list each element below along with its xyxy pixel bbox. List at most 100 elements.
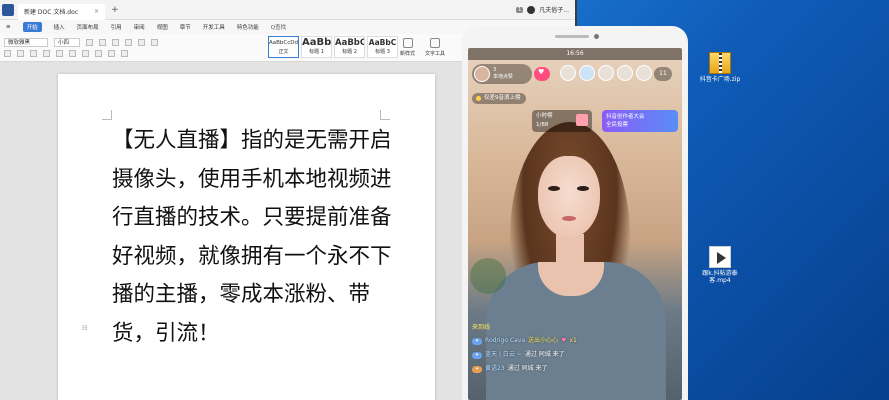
menu-insert[interactable]: 插入 <box>54 23 65 31</box>
text-tools-icon <box>430 38 441 48</box>
gift-box-icon[interactable] <box>576 114 588 126</box>
streamer-eye-right <box>577 186 589 191</box>
indent-icon[interactable] <box>151 39 158 46</box>
new-style-button[interactable]: 新样式 <box>400 38 415 57</box>
style-name: 正文 <box>278 49 289 55</box>
text-tools-button[interactable]: 文字工具 <box>425 38 445 57</box>
streamer-face <box>538 156 600 238</box>
align-center-icon[interactable] <box>95 50 102 57</box>
menu-review[interactable]: 审阅 <box>134 23 145 31</box>
menu-references[interactable]: 引用 <box>111 23 122 31</box>
paragraph-mark-icon: ⊟ <box>82 324 88 332</box>
document-tab[interactable]: 新建 DOC 文档.doc × <box>18 3 106 20</box>
phone-camera-icon <box>594 34 599 39</box>
event-banner[interactable]: 抖音创作者大会 全民投票 <box>602 110 678 132</box>
style-heading-3[interactable]: AaBbC 标题 3 <box>367 36 398 58</box>
viewer-avatar[interactable] <box>579 65 595 81</box>
chat-message[interactable]: ❖ Rodrigo Cava 送出小心心 ♥ x1 <box>472 334 682 348</box>
style-preview: AaBbCcDd <box>269 40 298 46</box>
title-bar: 新建 DOC 文档.doc × + 1 凡夫俗子... <box>0 0 575 20</box>
align-left-icon[interactable] <box>82 50 89 57</box>
host-name: 3 <box>493 67 497 73</box>
grow-font-icon[interactable] <box>86 39 93 46</box>
highlight-icon[interactable] <box>69 50 76 57</box>
style-preview: AaBbC <box>368 38 397 47</box>
close-tab-icon[interactable]: × <box>94 8 99 15</box>
video-file-icon <box>709 246 731 268</box>
phone-top-bezel <box>462 26 688 48</box>
document-tab-title: 新建 DOC 文档.doc <box>24 9 79 16</box>
chat-entry-notice: 来到线 <box>472 324 491 331</box>
notification-badge[interactable]: 1 <box>516 6 524 13</box>
shrink-font-icon[interactable] <box>99 39 106 46</box>
strikethrough-icon[interactable] <box>43 50 50 57</box>
user-level-badge: ❖ <box>472 337 483 345</box>
app-logo-icon <box>2 3 14 16</box>
rank-pill[interactable]: 仅差9音浪上榜 <box>472 93 526 104</box>
new-tab-button[interactable]: + <box>111 5 119 15</box>
margin-marker-left <box>102 110 112 120</box>
menu-hamburger[interactable]: ≡ <box>6 24 11 30</box>
chat-username[interactable]: 黄语23 <box>485 362 505 376</box>
menu-features[interactable]: 特色功能 <box>237 23 259 31</box>
user-name[interactable]: 凡夫俗子... <box>539 5 569 14</box>
viewer-count[interactable]: 11 <box>654 67 672 81</box>
font-name-select[interactable]: 微软雅黑 <box>4 38 48 47</box>
chat-text: 通过 同城 来了 <box>507 365 548 372</box>
viewer-avatars <box>560 65 652 81</box>
host-info-text: 3 本地点赞 <box>493 67 513 81</box>
align-right-icon[interactable] <box>108 50 115 57</box>
follow-heart-button[interactable] <box>534 67 550 81</box>
viewer-avatar[interactable] <box>598 65 614 81</box>
tool-label: 新样式 <box>400 51 416 57</box>
italic-icon[interactable] <box>17 50 24 57</box>
chat-username[interactable]: Rodrigo Cava <box>485 334 525 348</box>
phone-status-bar: 16:56 <box>468 48 682 60</box>
document-page[interactable]: ⊟ 【无人直播】指的是无需开启摄像头，使用手机本地视频进行直播的技术。只要提前准… <box>58 74 435 400</box>
banner-subtitle: 全民投票 <box>606 122 629 128</box>
host-avatar[interactable] <box>474 66 490 82</box>
bullet-list-icon[interactable] <box>125 39 132 46</box>
menu-home[interactable]: 开始 <box>22 22 42 32</box>
style-heading-1[interactable]: AaBb 标题 1 <box>301 36 332 58</box>
user-level-badge: ❖ <box>472 351 483 359</box>
style-name: 标题 3 <box>375 49 390 55</box>
viewer-avatar[interactable] <box>617 65 633 81</box>
gift-count: x1 <box>569 337 577 344</box>
decorative-plant <box>470 258 506 294</box>
chat-message[interactable]: ❖ 蓝天 | 白云 ~ 通过 同城 来了 <box>472 348 682 362</box>
style-heading-2[interactable]: AaBbC 标题 2 <box>334 36 365 58</box>
chat-text: 通过 同城 来了 <box>524 351 565 358</box>
style-name: 标题 1 <box>309 49 324 55</box>
clear-format-icon[interactable] <box>112 39 119 46</box>
streamer-lips <box>562 216 576 221</box>
underline-icon[interactable] <box>30 50 37 57</box>
document-body-text[interactable]: 【无人直播】指的是无需开启摄像头，使用手机本地视频进行直播的技术。只要提前准备好… <box>112 122 402 353</box>
banner-title: 抖音创作者大会 <box>606 114 645 120</box>
font-color-icon[interactable] <box>56 50 63 57</box>
viewer-avatar[interactable] <box>560 65 576 81</box>
menu-page-layout[interactable]: 页面布局 <box>77 23 99 31</box>
tool-label: 文字工具 <box>425 51 446 57</box>
menu-search[interactable]: Q查找 <box>271 23 286 31</box>
chat-message[interactable]: ❖ 黄语23 通过 同城 来了 <box>472 362 682 376</box>
host-info-pill[interactable]: 3 本地点赞 <box>472 64 532 84</box>
phone-speaker <box>555 35 589 38</box>
menu-developer[interactable]: 开发工具 <box>203 23 225 31</box>
heart-gift-icon: ♥ <box>561 337 567 344</box>
chat-username[interactable]: 蓝天 | 白云 ~ <box>485 348 522 362</box>
font-size-select[interactable]: 小四 <box>54 38 80 47</box>
desktop-icon-zip[interactable]: 抖音卡广场.zip <box>698 52 742 83</box>
style-normal[interactable]: AaBbCcDd 正文 <box>268 36 299 58</box>
number-list-icon[interactable] <box>138 39 145 46</box>
bold-icon[interactable] <box>4 50 11 57</box>
desktop-icon-mp4[interactable]: 跟k.抖帖游泰客.mp4 <box>698 246 742 284</box>
styles-gallery: AaBbCcDd 正文 AaBb 标题 1 AaBbC 标题 2 AaBbC 标… <box>268 36 398 58</box>
user-avatar[interactable] <box>527 5 536 14</box>
style-preview: AaBbC <box>335 38 365 48</box>
justify-icon[interactable] <box>121 50 128 57</box>
viewer-avatar[interactable] <box>636 65 652 81</box>
menu-view[interactable]: 视图 <box>157 23 168 31</box>
live-stream-screen[interactable]: 16:56 3 本地点赞 11 仅差9音浪上榜 小时榜 1/88 抖音创作者大会… <box>468 48 682 400</box>
menu-section[interactable]: 章节 <box>180 23 191 31</box>
